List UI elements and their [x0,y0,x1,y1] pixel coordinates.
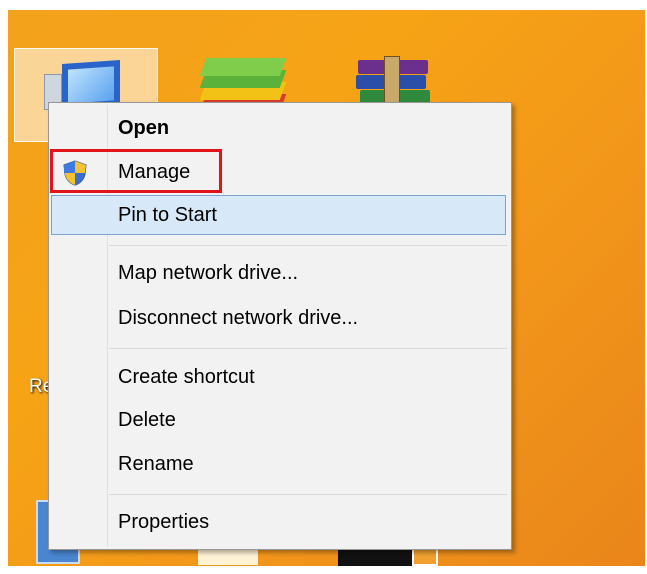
menu-item-label: Pin to Start [118,204,217,226]
menu-item-label: Disconnect network drive... [118,307,359,329]
menu-separator [109,245,507,246]
menu-item-label: Manage [118,161,191,183]
page-edge [0,0,8,574]
menu-item-label: Open [118,117,170,139]
menu-item-pin-to-start[interactable]: Pin to Start [51,195,506,235]
menu-item-map-network-drive[interactable]: Map network drive... [51,253,506,293]
menu-item-label: Rename [118,453,194,475]
menu-item-disconnect-network-drive[interactable]: Disconnect network drive... [51,298,506,338]
menu-item-open[interactable]: Open [51,108,506,148]
menu-item-rename[interactable]: Rename [51,444,506,484]
uac-shield-icon [62,160,88,186]
menu-item-label: Properties [118,511,210,533]
menu-item-delete[interactable]: Delete [51,400,506,440]
menu-item-label: Map network drive... [118,262,299,284]
menu-item-label: Create shortcut [118,366,255,388]
menu-item-manage[interactable]: Manage [51,152,506,192]
context-menu: Open Manage Pin to Start Map network dri… [48,102,512,550]
menu-separator [109,494,507,495]
menu-item-properties[interactable]: Properties [51,502,506,542]
menu-item-label: Delete [118,409,176,431]
menu-item-create-shortcut[interactable]: Create shortcut [51,357,506,397]
computer-screen-icon [68,66,114,104]
menu-separator [109,348,507,349]
